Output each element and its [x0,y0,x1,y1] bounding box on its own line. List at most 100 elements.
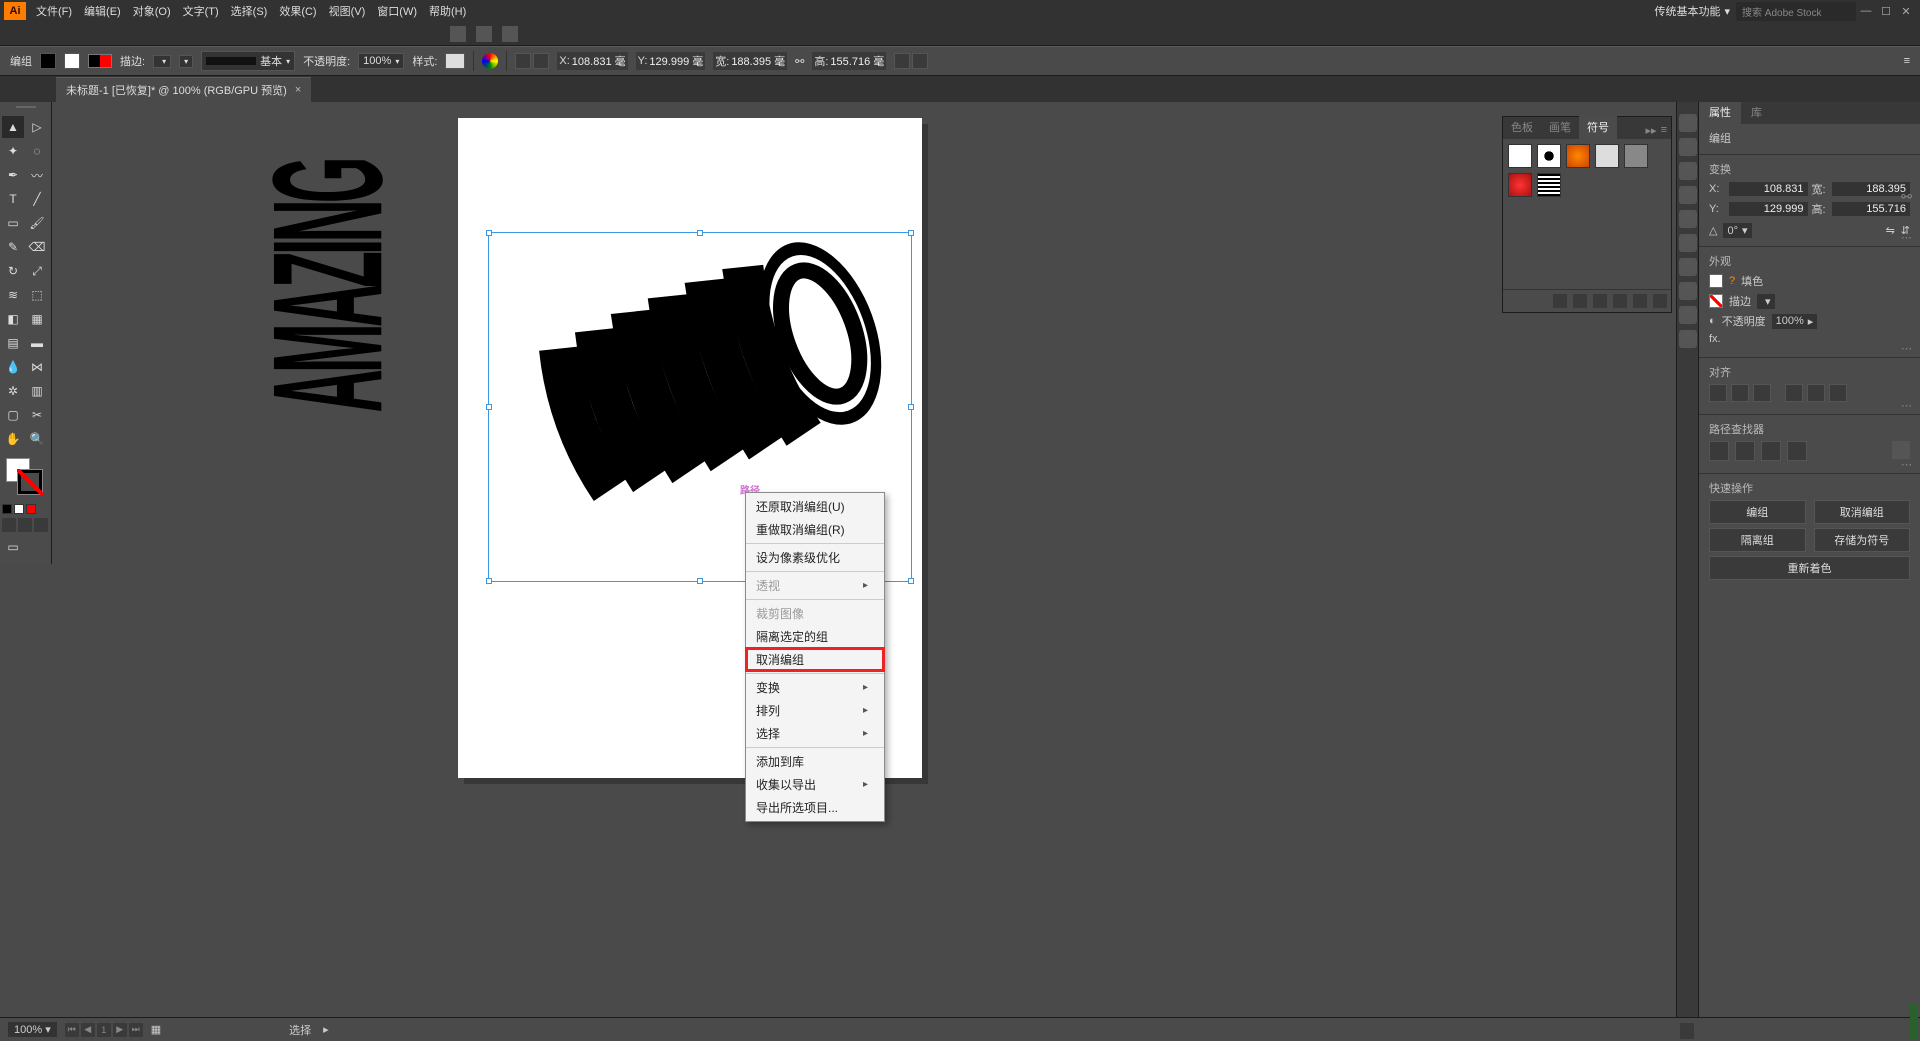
align-top-icon[interactable] [1785,384,1803,402]
close-tab-icon[interactable]: × [295,84,301,96]
recolor-icon[interactable] [482,53,498,69]
style-swatch[interactable] [445,53,465,69]
menu-select[interactable]: 选择(S) [225,1,274,21]
panel-collapse-icon[interactable]: ▸▸ [1646,124,1657,137]
menu-object[interactable]: 对象(O) [127,1,177,21]
section-more-icon[interactable]: ⋯ [1901,399,1914,412]
free-transform-tool-icon[interactable]: ⬚ [26,284,48,306]
color-panel-icon[interactable] [1679,114,1697,132]
fill-swatch-icon[interactable] [40,53,56,69]
menu-type[interactable]: 文字(T) [177,1,225,21]
status-mode-chevron-icon[interactable]: ▸ [323,1023,329,1036]
width-tool-icon[interactable]: ≋ [2,284,24,306]
symbol-options-icon[interactable] [1613,294,1627,308]
ctx-undo-ungroup[interactable]: 还原取消编组(U) [746,495,884,518]
align-bottom-icon[interactable] [1829,384,1847,402]
fill-stroke-control[interactable] [2,456,49,502]
selection-tool-icon[interactable]: ▲ [2,116,24,138]
pathfinder-expand-icon[interactable] [1892,441,1910,459]
ctx-ungroup[interactable]: 取消编组 [746,648,884,671]
lasso-tool-icon[interactable]: ◌ [26,140,48,162]
symbol-item[interactable] [1508,173,1532,197]
menu-effect[interactable]: 效果(C) [273,1,322,21]
panel-menu-icon[interactable]: ≡ [1661,124,1667,137]
menu-file[interactable]: 文件(F) [30,1,78,21]
shaper-tool-icon[interactable]: ✎ [2,236,24,258]
color-white[interactable] [14,504,24,514]
transform-icon[interactable] [533,53,549,69]
panel-grip-icon[interactable] [2,106,49,114]
stroke-weight-field[interactable]: ▾ [1757,294,1775,309]
prev-artboard-icon[interactable]: ◀ [81,1023,95,1037]
menu-edit[interactable]: 编辑(E) [78,1,127,21]
brush-dropdown[interactable]: 基本▾ [201,51,295,71]
gradient-tool-icon[interactable]: ▬ [26,332,48,354]
ctx-export-selection[interactable]: 导出所选项目... [746,796,884,819]
artboard-nav-icon[interactable]: ▦ [151,1023,161,1036]
shape-builder-tool-icon[interactable]: ◧ [2,308,24,330]
paintbrush-tool-icon[interactable]: 🖌 [26,212,48,234]
blend-tool-icon[interactable]: ⋈ [26,356,48,378]
opacity-dropdown[interactable]: 100%▾ [358,53,404,69]
stock-search-input[interactable]: 搜索 Adobe Stock [1736,2,1856,21]
artboards-panel-icon[interactable] [1679,330,1697,348]
draw-inside-icon[interactable] [34,518,48,532]
new-symbol-icon[interactable] [1633,294,1647,308]
color-guide-icon[interactable] [1679,138,1697,156]
symbol-item[interactable] [1537,144,1561,168]
transform-panel-icon[interactable] [912,53,928,69]
color-red[interactable] [26,504,36,514]
symbol-item[interactable] [1624,144,1648,168]
slice-tool-icon[interactable]: ✂ [26,404,48,426]
pathfinder-exclude-icon[interactable] [1787,441,1807,461]
direct-selection-tool-icon[interactable]: ▷ [26,116,48,138]
close-icon[interactable]: ✕ [1896,5,1916,18]
gradient-panel-icon[interactable] [1679,186,1697,204]
opacity-field[interactable]: 100%▸ [1772,314,1818,329]
ctx-redo-ungroup[interactable]: 重做取消编组(R) [746,518,884,541]
panel-menu-icon[interactable]: ≡ [1904,55,1910,67]
fx-button[interactable]: fx. [1709,333,1721,345]
perspective-tool-icon[interactable]: ▦ [26,308,48,330]
shape-icon[interactable] [894,53,910,69]
workspace-switcher[interactable]: 传统基本功能▾ [1648,1,1736,21]
section-more-icon[interactable]: ⋯ [1901,342,1914,355]
link-wh-icon[interactable]: ⚯ [1901,189,1912,205]
transparency-panel-icon[interactable] [1679,210,1697,228]
canvas-area[interactable]: AMAZING [52,102,1676,1017]
type-tool-icon[interactable]: T [2,188,24,210]
symbol-item[interactable] [1508,144,1532,168]
draw-behind-icon[interactable] [18,518,32,532]
draw-normal-icon[interactable] [2,518,16,532]
ctx-select[interactable]: 选择▸ [746,722,884,745]
flip-h-icon[interactable]: ⇋ [1886,224,1895,237]
prop-h-field[interactable]: 155.716 [1832,202,1911,216]
curvature-tool-icon[interactable]: 〰 [26,164,48,186]
artboard-tool-icon[interactable]: ▢ [2,404,24,426]
scale-tool-icon[interactable]: ⤢ [26,260,48,282]
zoom-tool-icon[interactable]: 🔍 [26,428,48,450]
home-icon[interactable] [450,26,466,42]
symbols-panel[interactable]: 色板 画笔 符号 ▸▸≡ [1502,116,1672,313]
pathfinder-minus-icon[interactable] [1735,441,1755,461]
stroke-swatch[interactable] [1709,294,1723,308]
layers-panel-icon[interactable] [1679,282,1697,300]
appearance-panel-icon[interactable] [1679,234,1697,252]
y-field[interactable]: Y:129.999 毫 [636,52,706,70]
align-hcenter-icon[interactable] [1731,384,1749,402]
group-button[interactable]: 编组 [1709,500,1806,524]
last-artboard-icon[interactable]: ⏭ [129,1023,143,1037]
section-more-icon[interactable]: ⋯ [1901,458,1914,471]
stroke-weight-dropdown[interactable]: ▾ [153,55,171,68]
ctx-add-to-library[interactable]: 添加到库 [746,750,884,773]
align-right-icon[interactable] [1753,384,1771,402]
align-vcenter-icon[interactable] [1807,384,1825,402]
next-artboard-icon[interactable]: ▶ [113,1023,127,1037]
delete-symbol-icon[interactable] [1653,294,1667,308]
properties-tab[interactable]: 属性 [1699,102,1741,124]
graphic-styles-icon[interactable] [1679,258,1697,276]
magic-wand-tool-icon[interactable]: ✦ [2,140,24,162]
line-tool-icon[interactable]: ╱ [26,188,48,210]
x-field[interactable]: X:108.831 毫 [557,52,627,70]
symbol-lib-icon[interactable] [1553,294,1567,308]
